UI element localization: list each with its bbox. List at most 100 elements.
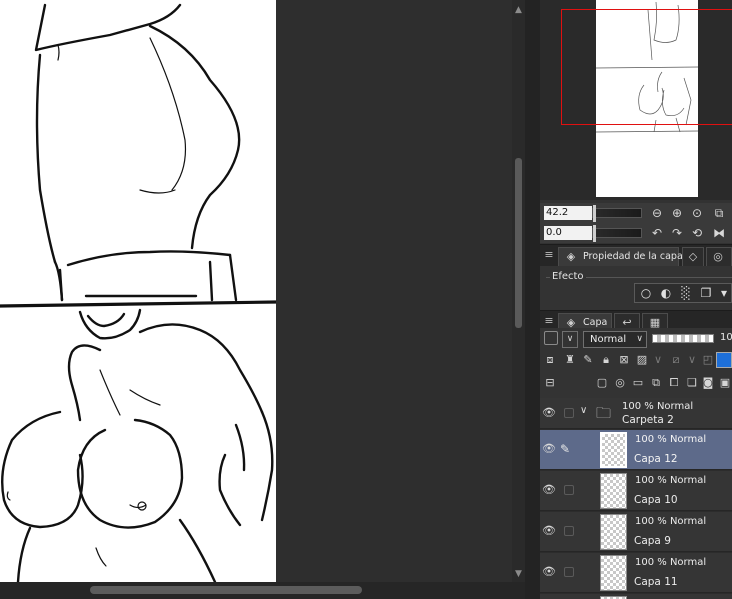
zoom-out-icon[interactable]: ⊖ (650, 206, 664, 220)
layer-property-icon: ◈ (566, 250, 576, 263)
layer-mode-label: 100 % Normal (635, 516, 707, 527)
border-effect-icon[interactable]: ○ (639, 286, 653, 300)
eye-icon[interactable]: 👁︎ (542, 442, 556, 455)
ruler-options-icon[interactable]: ∨ (684, 352, 700, 368)
zoom-slider[interactable] (592, 205, 642, 222)
reference-layer-icon[interactable]: ♜ (562, 352, 578, 368)
layer-lock-checkbox[interactable] (564, 408, 574, 418)
draft-layer-icon[interactable]: ✎ (580, 352, 596, 368)
rotate-left-icon[interactable]: ↶ (650, 226, 664, 240)
flip-icon[interactable]: ⧓ (712, 226, 726, 240)
layer-list[interactable]: 👁︎ ∨ 🗀 100 % Normal Carpeta 2 👁︎ ✎ 100 %… (540, 398, 732, 599)
new-folder-icon[interactable]: ▭ (630, 375, 646, 391)
property-tab-bar: ≡ ◈ Propiedad de la capa ◇ ◎ (540, 244, 732, 267)
artwork-canvas[interactable] (0, 0, 277, 582)
layer-color-swatch[interactable] (716, 352, 732, 368)
panel-menu-icon[interactable]: ≡ (542, 248, 556, 261)
layer-mask-icon[interactable]: ◙ (700, 375, 716, 391)
navigator-viewport-rectangle[interactable] (561, 9, 732, 125)
extract-line-icon[interactable]: ◐ (659, 286, 673, 300)
layer-lock-checkbox[interactable] (564, 485, 574, 495)
layer-mode-label: 100 % Normal (635, 475, 707, 486)
edit-pen-icon: ✎ (560, 442, 571, 456)
layer-thumbnail (600, 473, 627, 509)
navigator-preview[interactable] (540, 0, 732, 200)
ruler-icon[interactable]: ⧄ (668, 352, 684, 368)
mask-icon[interactable]: ▨ (634, 352, 650, 368)
layer-thumbnail (600, 432, 627, 468)
folder-icon: 🗀 (596, 404, 612, 422)
layer-list-toggle-icon[interactable]: ⊟ (542, 375, 558, 391)
horizontal-scroll-thumb[interactable] (90, 586, 362, 594)
tab-tertiary[interactable]: ◎ (706, 247, 732, 267)
delete-layer-icon[interactable]: ▣ (717, 375, 732, 391)
rotate-value-field[interactable]: 0.0 (544, 226, 592, 240)
scroll-up-icon[interactable]: ▲ (512, 4, 525, 16)
tab-secondary[interactable]: ◇ (682, 247, 704, 267)
rotate-control-row: 0.0 ↶ ↷ ⟲ ⧓ (540, 223, 732, 243)
layer-thumbnail (600, 514, 627, 550)
new-raster-layer-icon[interactable]: ▢ (594, 375, 610, 391)
layer-lock-checkbox[interactable] (564, 567, 574, 577)
zoom-value-field[interactable]: 42.2 (544, 206, 592, 220)
lock-icon[interactable]: 🔒︎ (598, 352, 614, 368)
panel-splitter[interactable] (525, 0, 540, 599)
tone-icon[interactable]: ░ (679, 286, 693, 300)
palette-color-icon[interactable]: ◰ (700, 352, 716, 368)
eye-icon[interactable]: 👁︎ (542, 406, 556, 419)
tab-layer-property[interactable]: ◈ Propiedad de la capa (558, 247, 683, 267)
blend-mode-value: Normal (590, 334, 627, 345)
scroll-down-icon[interactable]: ▼ (512, 568, 525, 580)
canvas-horizontal-scrollbar[interactable] (0, 582, 525, 599)
zoom-slider-knob[interactable] (593, 205, 596, 222)
transfer-down-icon[interactable]: ⧉ (648, 375, 664, 391)
layer-lock-checkbox[interactable] (564, 526, 574, 536)
fit-icon[interactable]: ⊙ (690, 206, 704, 220)
opacity-slider[interactable] (652, 334, 714, 343)
eye-icon[interactable]: 👁︎ (542, 524, 556, 537)
vertical-scroll-thumb[interactable] (515, 158, 522, 328)
combine-layer-icon[interactable]: ⧠ (666, 375, 682, 391)
layer-property-body: Efecto ○ ◐ ░ ❐ ▾ (540, 266, 732, 310)
mode-dropdown-icon[interactable]: ∨ (562, 331, 578, 348)
layer-toolbar: ∨ Normal ∨ 100 ⧈ ♜ ✎ 🔒︎ ⊠ ▨ ∨ ⧄ ∨ ◰ ⊟ ▢ … (540, 328, 732, 398)
layer-name-label: Carpeta 2 (622, 414, 674, 426)
opacity-value[interactable]: 100 (720, 332, 732, 343)
layer-row-selected[interactable]: 👁︎ ✎ 100 % Normal Capa 12 (540, 430, 732, 470)
rotate-slider-knob[interactable] (593, 225, 596, 242)
chevron-down-icon[interactable]: ∨ (580, 405, 587, 416)
eye-icon[interactable]: 👁︎ (542, 483, 556, 496)
layer-row[interactable]: 👁︎ 100 % Normal Capa 11 (540, 553, 732, 593)
reset-rotation-icon[interactable]: ⟲ (690, 226, 704, 240)
right-dock-panel: 42.2 ⊖ ⊕ ⊙ ⧉ 0.0 ↶ ↷ ⟲ ⧓ ≡ ◈ Propiedad d… (540, 0, 732, 599)
effect-label: Efecto (550, 271, 586, 282)
tab-tertiary-icon: ◎ (713, 250, 723, 263)
zoom-in-icon[interactable]: ⊕ (670, 206, 684, 220)
clip-layer-icon[interactable]: ⧈ (542, 352, 558, 368)
duplicate-layer-icon[interactable]: ❏ (684, 375, 700, 391)
layer-panel-menu-icon[interactable]: ≡ (542, 314, 556, 327)
zoom-control-row: 42.2 ⊖ ⊕ ⊙ ⧉ (540, 203, 732, 223)
layer-mode-label: 100 % Normal (635, 434, 707, 445)
lock-transparency-icon[interactable]: ⊠ (616, 352, 632, 368)
layer-row[interactable]: 👁︎ 100 % Normal Capa 10 (540, 471, 732, 511)
more-effects-icon[interactable]: ▾ (717, 286, 731, 300)
layer-row-partial[interactable] (540, 594, 732, 599)
blend-mode-select[interactable]: Normal ∨ (583, 331, 647, 348)
eye-icon[interactable]: 👁︎ (542, 565, 556, 578)
layer-mode-checkbox[interactable] (544, 331, 558, 345)
rotate-slider[interactable] (592, 225, 642, 242)
layer-name-label: Capa 9 (634, 535, 671, 547)
rotate-right-icon[interactable]: ↷ (670, 226, 684, 240)
line-art-drawing (0, 3, 277, 582)
mask-options-icon[interactable]: ∨ (650, 352, 666, 368)
tab-layer-label: Capa (583, 317, 608, 328)
canvas-area[interactable] (0, 0, 512, 582)
layer-row-folder[interactable]: 👁︎ ∨ 🗀 100 % Normal Carpeta 2 (540, 398, 732, 429)
clip-studio-window: ▲ ▼ 42.2 ⊖ ⊕ ⊙ ⧉ 0.0 ↶ ↷ ⟲ ⧓ ≡ ◈ Propied… (0, 0, 732, 599)
actual-size-icon[interactable]: ⧉ (712, 206, 726, 220)
layer-color-icon[interactable]: ❐ (699, 286, 713, 300)
layer-row[interactable]: 👁︎ 100 % Normal Capa 9 (540, 512, 732, 552)
new-vector-layer-icon[interactable]: ◎ (612, 375, 628, 391)
canvas-vertical-scrollbar[interactable]: ▲ ▼ (512, 0, 525, 582)
